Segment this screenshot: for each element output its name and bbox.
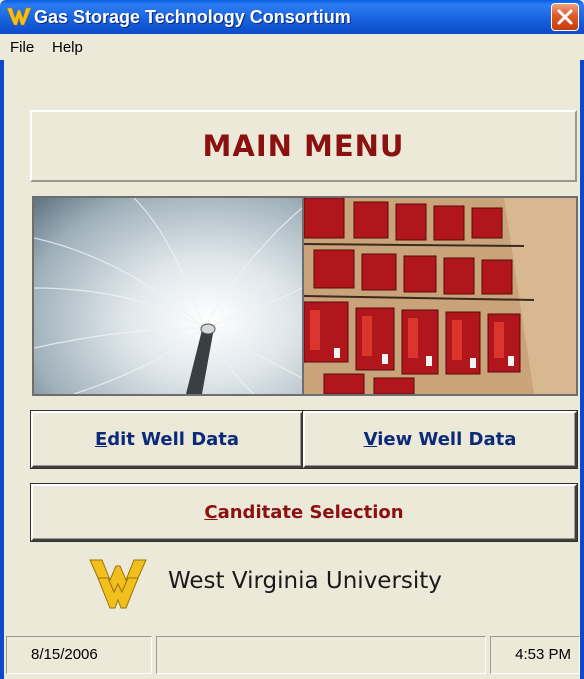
equipment-photo: [302, 196, 578, 396]
candidate-selection-button[interactable]: Canditate Selection: [31, 484, 577, 541]
menu-file[interactable]: File: [10, 39, 34, 56]
header-panel: MAIN MENU: [30, 110, 577, 182]
pipeline-interior-photo-icon: [34, 198, 302, 394]
edit-button-mnemonic: E: [94, 429, 108, 450]
wvu-flying-wv-logo-icon: [89, 559, 147, 609]
title-bar[interactable]: Gas Storage Technology Consortium: [0, 0, 584, 34]
status-date: 8/15/2006: [6, 636, 152, 674]
status-time: 4:53 PM: [490, 636, 580, 674]
university-name: West Virginia University: [168, 568, 442, 594]
candidate-button-mnemonic: C: [204, 502, 218, 523]
edit-button-label: dit Well Data: [107, 429, 240, 450]
window-frame-left: [0, 34, 4, 679]
view-button-label: iew Well Data: [377, 429, 517, 450]
status-bar: 8/15/2006 4:53 PM: [6, 636, 580, 674]
window-title: Gas Storage Technology Consortium: [34, 7, 351, 27]
view-button-mnemonic: V: [363, 429, 378, 450]
app-window: Gas Storage Technology Consortium File H…: [0, 0, 584, 679]
gas-storage-equipment-aerial-photo-icon: [304, 198, 576, 394]
pipeline-photo: [32, 196, 304, 396]
window-frame-right: [580, 34, 584, 679]
edit-well-data-button[interactable]: Edit Well Data: [31, 411, 303, 468]
close-button[interactable]: [551, 3, 579, 31]
wvu-logo-icon: [6, 7, 32, 26]
view-well-data-button[interactable]: View Well Data: [303, 411, 577, 468]
menu-bar: File Help: [0, 34, 584, 60]
candidate-button-label: anditate Selection: [217, 502, 404, 523]
close-icon: [557, 9, 573, 25]
main-menu-title: MAIN MENU: [202, 129, 405, 163]
status-message: [156, 636, 486, 674]
menu-help[interactable]: Help: [52, 39, 83, 56]
